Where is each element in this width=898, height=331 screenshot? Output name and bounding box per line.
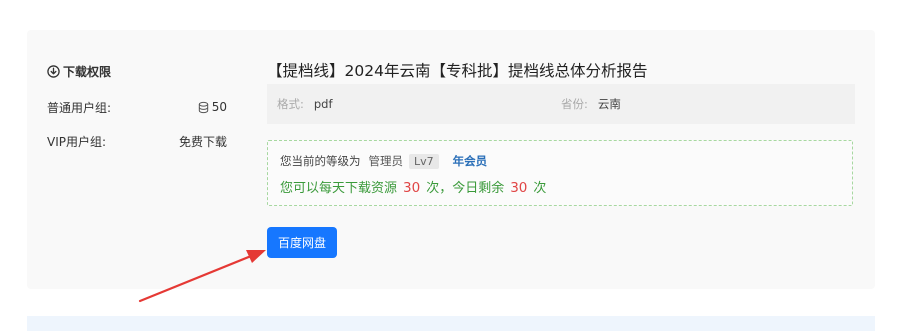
permissions-heading-text: 下载权限 xyxy=(63,64,112,79)
remaining-download-count: 30 xyxy=(510,180,528,196)
daily-download-count: 30 xyxy=(403,180,421,196)
permission-row-normal-user: 普通用户组: 50 xyxy=(47,98,227,116)
normal-user-cost: 50 xyxy=(211,100,227,114)
coins-icon xyxy=(198,101,208,113)
download-quota-notice: 您当前的等级为 管理员 Lv7 年会员 您可以每天下载资源 30 次，今日剩余 30 次 xyxy=(267,140,853,206)
quota-suffix: 次 xyxy=(533,181,547,196)
document-title: 【提档线】2024年云南【专科批】提档线总体分析报告 xyxy=(267,62,648,80)
permission-row-vip-user: VIP用户组: 免费下载 xyxy=(47,132,227,150)
download-circle-icon xyxy=(47,64,60,78)
level-prefix: 您当前的等级为 xyxy=(280,154,361,168)
province-meta: 省份: 云南 xyxy=(561,96,621,112)
permission-label: 普通用户组: xyxy=(47,100,112,115)
quota-line: 您可以每天下载资源 30 次，今日剩余 30 次 xyxy=(280,177,546,196)
permission-label: VIP用户组: xyxy=(47,134,107,149)
vip-user-cost: 免费下载 xyxy=(178,134,227,149)
permissions-heading: 下载权限 xyxy=(47,60,232,82)
document-detail: 【提档线】2024年云南【专科批】提档线总体分析报告 格式: pdf 省份: 云… xyxy=(267,56,855,258)
province-value: 云南 xyxy=(597,97,621,111)
format-value: pdf xyxy=(313,97,333,111)
format-label: 格式: xyxy=(277,97,304,111)
user-level-line: 您当前的等级为 管理员 Lv7 年会员 xyxy=(280,153,487,169)
quota-prefix: 您可以每天下载资源 xyxy=(280,181,398,196)
baidu-netdisk-download-button[interactable]: 百度网盘 xyxy=(267,227,337,258)
permission-value: 50 xyxy=(197,100,227,114)
download-permissions-sidebar: 下载权限 普通用户组: 50 VIP用户组: 免费下载 xyxy=(47,60,232,149)
quota-mid: 次，今日剩余 xyxy=(426,181,505,196)
format-meta: 格式: pdf xyxy=(277,96,333,112)
membership-link[interactable]: 年会员 xyxy=(453,153,488,169)
province-label: 省份: xyxy=(561,97,588,111)
next-section-strip xyxy=(27,316,875,331)
level-badge: Lv7 xyxy=(409,153,439,169)
user-role: 管理员 xyxy=(368,154,404,168)
document-meta: 格式: pdf 省份: 云南 xyxy=(267,84,855,124)
